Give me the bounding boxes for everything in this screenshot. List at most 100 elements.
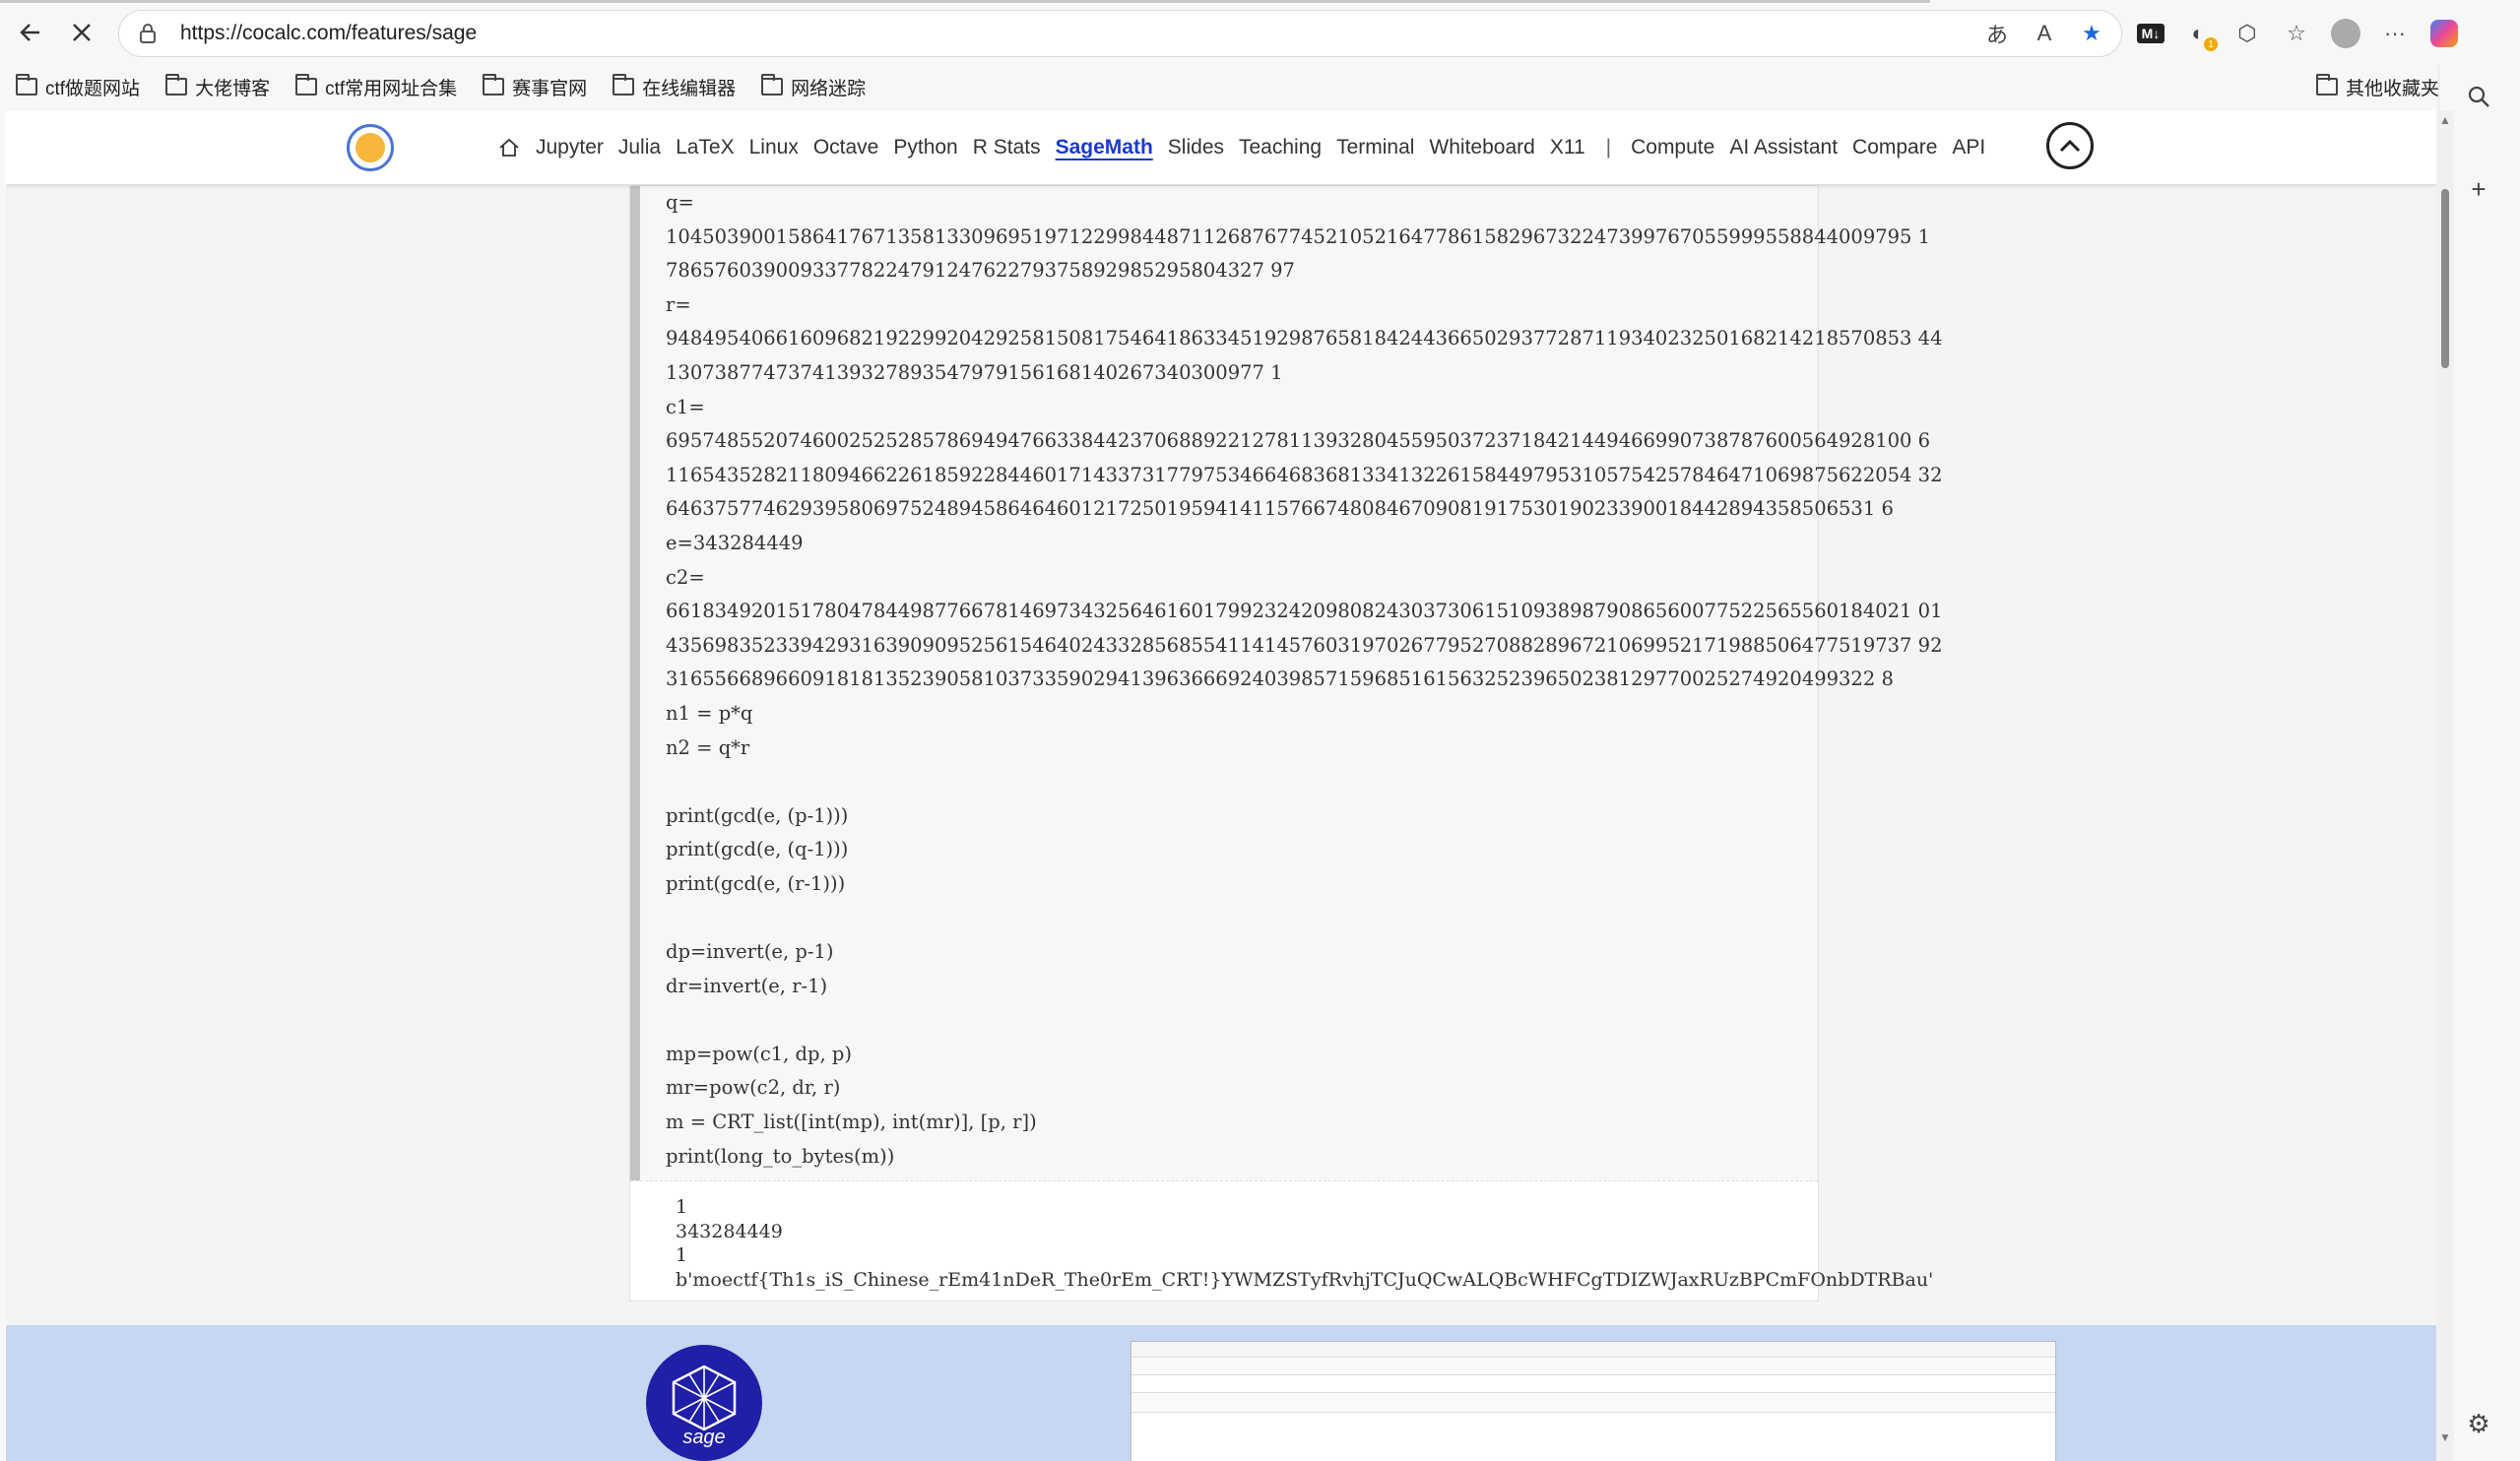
nav-link-linux[interactable]: Linux: [749, 136, 799, 159]
code-line: m = CRT_list([int(mp), int(mr)], [p, r]): [666, 1111, 1037, 1134]
nav-link-julia[interactable]: Julia: [618, 136, 661, 159]
site-info-icon[interactable]: [135, 21, 161, 46]
favorite-star-icon[interactable]: ★: [2076, 18, 2107, 49]
scroll-up-arrow-icon[interactable]: ▲: [2439, 114, 2451, 126]
more-menu-icon[interactable]: ···: [2379, 18, 2411, 49]
bookmark-folder[interactable]: 赛事官网: [483, 74, 587, 100]
code-line: mp=pow(c1, dp, p): [666, 1042, 853, 1065]
nav-link-r-stats[interactable]: R Stats: [973, 136, 1041, 159]
stop-loading-icon[interactable]: [61, 12, 102, 53]
search-icon[interactable]: [2461, 79, 2496, 114]
nav-link-compare[interactable]: Compare: [1852, 136, 1937, 159]
code-line: print(long_to_bytes(m)): [666, 1144, 895, 1168]
nav-link-octave[interactable]: Octave: [813, 136, 879, 159]
cell-output: 1 343284449 1 b'moectf{Th1s_iS_Chinese_rEm4…: [630, 1180, 1933, 1301]
sage-code-cell: q= 10450390015864176713581330969519712299…: [629, 185, 1943, 1302]
folder-icon: [165, 74, 188, 95]
extensions-puzzle-icon[interactable]: ⬡: [2231, 18, 2263, 49]
bookmark-folder[interactable]: 在线编辑器: [613, 74, 736, 100]
web-page: Jupyter Julia LaTeX Linux Octave Python …: [6, 110, 2436, 1461]
site-top-nav: Jupyter Julia LaTeX Linux Octave Python …: [6, 110, 2436, 185]
nav-link-whiteboard[interactable]: Whiteboard: [1429, 136, 1534, 159]
nav-link-python[interactable]: Python: [893, 136, 957, 159]
cell-input[interactable]: q= 10450390015864176713581330969519712299…: [630, 186, 1943, 1180]
jupyter-screenshot-preview: [1131, 1341, 2056, 1461]
address-row: https://cocalc.com/features/sage あ A ★ M…: [0, 0, 2520, 65]
sage-logo: sage: [646, 1345, 762, 1461]
bookmarks-bar: ctf做题网站 大佬博客 ctf常用网址合集 赛事官网 在线编辑器 网络迷踪 其…: [0, 65, 2520, 108]
code-line: 6957485520746002525285786949476633844237…: [666, 429, 1931, 453]
bookmark-folder[interactable]: ctf常用网址合集: [295, 74, 457, 100]
code-line: 3165566896609181813523905810373359029413…: [666, 667, 1894, 691]
copilot-icon[interactable]: [2428, 18, 2460, 49]
folder-icon: [761, 74, 784, 95]
page-scrollbar[interactable]: ▲ ▼: [2436, 110, 2454, 1461]
nav-link-api[interactable]: API: [1952, 136, 1985, 159]
bookmark-folder[interactable]: 大佬博客: [165, 74, 270, 100]
sage-logo-icon: sage: [672, 1365, 737, 1447]
read-aloud-icon[interactable]: A: [2029, 18, 2060, 49]
browser-chrome: https://cocalc.com/features/sage あ A ★ M…: [0, 0, 2520, 110]
folder-icon: [613, 74, 635, 95]
home-icon[interactable]: [496, 135, 522, 160]
address-bar[interactable]: https://cocalc.com/features/sage あ A ★: [118, 10, 2122, 57]
nav-link-slides[interactable]: Slides: [1168, 136, 1224, 159]
code-line: e=343284449: [666, 531, 804, 554]
code-line: 9484954066160968219229920429258150817546…: [666, 327, 1943, 350]
output-line: 1: [676, 1196, 688, 1218]
code-line: 1165435282118094662261859228446017143373…: [666, 463, 1943, 486]
nav-link-compute[interactable]: Compute: [1631, 136, 1714, 159]
profile-avatar-icon[interactable]: [2330, 18, 2361, 49]
output-line: 1: [676, 1244, 688, 1266]
code-line: r=: [666, 292, 691, 316]
code-line: print(gcd(e, (p-1))): [666, 803, 849, 827]
translate-icon[interactable]: あ: [1981, 18, 2013, 49]
output-text: 1 343284449 1 b'moectf{Th1s_iS_Chinese_rEm4…: [676, 1195, 1933, 1292]
nav-link-sagemath[interactable]: SageMath: [1056, 136, 1153, 159]
gear-icon[interactable]: ⚙: [2461, 1406, 2496, 1441]
nav-link-x11[interactable]: X11: [1550, 136, 1585, 159]
favorites-list-icon[interactable]: ☆: [2281, 18, 2312, 49]
code-line: mr=pow(c2, dr, r): [666, 1076, 841, 1100]
code-line: c2=: [666, 565, 705, 589]
nav-link-ai-assistant[interactable]: AI Assistant: [1729, 136, 1838, 159]
folder-icon: [2315, 74, 2338, 95]
code-line: c1=: [666, 395, 705, 418]
other-bookmarks[interactable]: 其他收藏夹: [2315, 65, 2439, 108]
scroll-down-arrow-icon[interactable]: ▼: [2439, 1431, 2451, 1443]
folder-icon: [16, 74, 37, 95]
code-block[interactable]: q= 10450390015864176713581330969519712299…: [666, 186, 1943, 1174]
nav-separator: |: [1605, 136, 1612, 159]
code-line: q=: [666, 191, 694, 214]
code-line: 4356983523394293163909095256154640243328…: [666, 633, 1943, 657]
scrollbar-thumb[interactable]: [2441, 189, 2449, 368]
feature-links: Jupyter Julia LaTeX Linux Octave Python …: [496, 110, 2000, 185]
folder-icon: [295, 74, 318, 95]
code-line: 1307387747374139327893547979156168140267…: [666, 360, 1283, 384]
cocalc-logo[interactable]: [347, 124, 394, 171]
extension-badge-icon[interactable]: ◐ 1: [2182, 18, 2218, 51]
code-line: print(gcd(e, (r-1))): [666, 871, 846, 895]
add-icon[interactable]: +: [2461, 171, 2496, 207]
code-line: 6618349201517804784498776678146973432564…: [666, 600, 1943, 623]
bookmark-folder[interactable]: ctf做题网站: [16, 74, 140, 100]
nav-link-terminal[interactable]: Terminal: [1336, 136, 1414, 159]
code-line: 1045039001586417671358133096951971229984…: [666, 224, 1931, 248]
url-text[interactable]: https://cocalc.com/features/sage: [180, 22, 477, 45]
output-line: 343284449: [676, 1220, 783, 1242]
folder-icon: [483, 74, 505, 95]
back-arrow-icon[interactable]: [10, 12, 51, 53]
nav-link-jupyter[interactable]: Jupyter: [536, 136, 604, 159]
nav-link-latex[interactable]: LaTeX: [676, 136, 735, 159]
code-line: 6463757746293958069752489458646460121725…: [666, 497, 1894, 521]
code-line: dp=invert(e, p-1): [666, 940, 834, 964]
markdown-extension-icon[interactable]: M↓: [2137, 24, 2165, 43]
output-line: b'moectf{Th1s_iS_Chinese_rEm41nDeR_The0r…: [676, 1268, 1934, 1291]
chevron-up-icon[interactable]: [2046, 122, 2094, 169]
bookmark-folder[interactable]: 网络迷踪: [761, 74, 866, 100]
code-line: n1 = p*q: [666, 701, 753, 725]
nav-link-teaching[interactable]: Teaching: [1239, 136, 1322, 159]
